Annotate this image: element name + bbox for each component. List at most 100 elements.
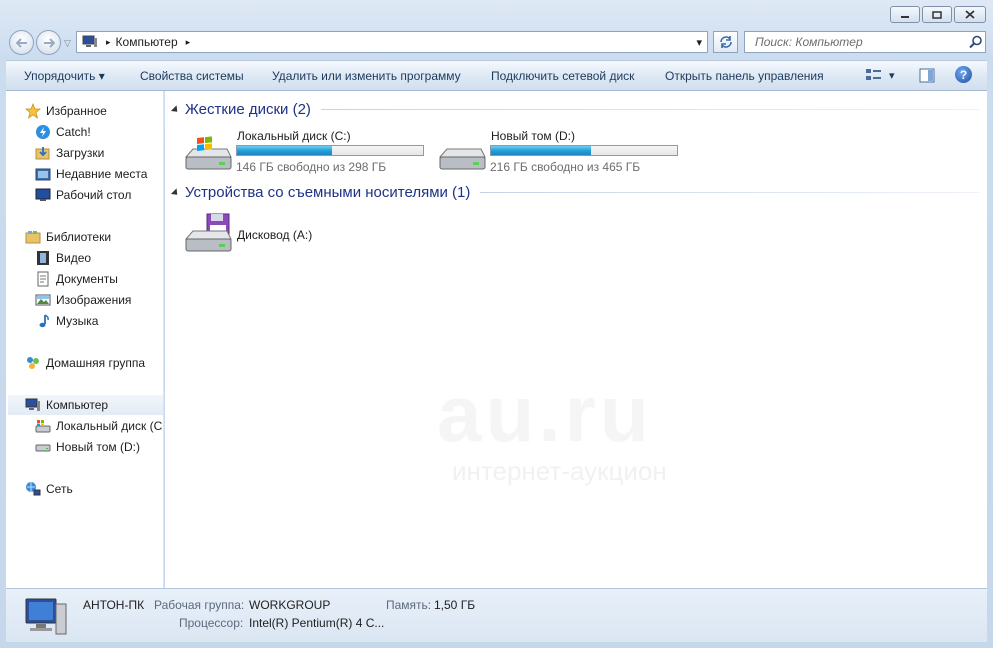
nav-music[interactable]: Музыка (35, 311, 98, 331)
view-dropdown[interactable]: ▾ (889, 69, 895, 82)
search-icon[interactable] (969, 35, 983, 49)
nav-video-label: Видео (56, 251, 92, 265)
caption-buttons (890, 6, 986, 23)
nav-homegroup-label: Домашняя группа (46, 356, 146, 370)
drive-c-name[interactable]: Локальный диск (C:) (237, 129, 351, 143)
group-divider (320, 109, 979, 110)
close-button[interactable] (954, 6, 986, 23)
nav-recent-places[interactable]: Недавние места (35, 164, 147, 184)
content-pane: Жесткие диски (2) Локальный диск (C:) 14… (165, 91, 987, 588)
nav-catch-label: Catch! (56, 125, 91, 139)
details-workgroup-value: WORKGROUP (249, 598, 331, 612)
music-icon (39, 314, 49, 328)
details-pane: АНТОН-ПК Рабочая группа: WORKGROUP Памят… (6, 588, 987, 642)
nav-homegroup[interactable]: Домашняя группа (25, 353, 145, 373)
nav-local-disk-c[interactable]: Локальный диск (C (35, 416, 162, 436)
images-icon (35, 294, 51, 306)
nav-desktop-label: Рабочий стол (56, 188, 132, 202)
homegroup-icon (27, 357, 39, 369)
details-pc-name: АНТОН-ПК (83, 598, 145, 612)
drive-c-icon[interactable] (183, 135, 233, 178)
address-path-arrow[interactable]: ▸ (186, 37, 191, 48)
floppy-drive-name[interactable]: Дисковод (A:) (237, 228, 312, 242)
nav-computer[interactable]: Компьютер (8, 395, 163, 415)
command-bar: Упорядочить ▾ Свойства системы Удалить и… (6, 60, 987, 91)
hard-drive-icon (438, 148, 486, 170)
nav-network[interactable]: Сеть (25, 479, 73, 499)
recent-pages-button[interactable]: ▽ (64, 38, 71, 49)
minimize-button[interactable] (890, 6, 920, 23)
change-view-button[interactable] (865, 67, 883, 86)
drive-c-usage-bar (236, 145, 424, 156)
uninstall-program-button[interactable]: Удалить или изменить программу (272, 69, 461, 83)
arrow-right-icon (43, 37, 55, 48)
address-dropdown[interactable]: ▾ (696, 36, 702, 49)
maximize-button[interactable] (922, 6, 952, 23)
help-button[interactable]: ? (955, 66, 972, 83)
group-collapse-arrow[interactable] (170, 104, 181, 115)
computer-icon (25, 598, 67, 635)
floppy-drive-icon[interactable] (183, 213, 233, 258)
nav-libraries[interactable]: Библиотеки (25, 227, 111, 247)
address-root-arrow[interactable]: ▸ (106, 37, 111, 48)
group-hard-drives[interactable]: Жесткие диски (2) (170, 101, 979, 118)
forward-button[interactable] (36, 30, 61, 55)
back-button[interactable] (9, 30, 34, 55)
nav-downloads-label: Загрузки (56, 146, 105, 160)
nav-recent-places-label: Недавние места (56, 167, 148, 181)
system-drive-icon (184, 136, 232, 170)
system-drive-icon (35, 420, 51, 433)
group-divider (480, 192, 979, 193)
nav-documents[interactable]: Документы (35, 269, 118, 289)
downloads-folder-icon (35, 147, 50, 160)
organize-button[interactable]: Упорядочить ▾ (24, 69, 105, 83)
nav-music-label: Музыка (56, 314, 99, 328)
explorer-window: ▽ ▸ Компьютер ▸ ▾ Упорядочить ▾ Свойства… (0, 0, 993, 648)
nav-local-disk-c-label: Локальный диск (C (56, 419, 163, 433)
drive-c-usage-fill (237, 146, 332, 155)
nav-downloads[interactable]: Загрузки (35, 143, 104, 163)
documents-icon (37, 271, 49, 287)
nav-favorites[interactable]: Избранное (25, 101, 107, 121)
watermark-logo: au.ru (437, 369, 653, 458)
nav-new-volume-d[interactable]: Новый том (D:) (35, 437, 140, 457)
nav-images-label: Изображения (56, 293, 132, 307)
view-icon (866, 69, 881, 80)
refresh-button[interactable] (713, 31, 738, 53)
computer-icon (82, 35, 97, 47)
nav-video[interactable]: Видео (35, 248, 91, 268)
nav-catch[interactable]: Catch! (35, 122, 91, 142)
system-properties-button[interactable]: Свойства системы (140, 69, 244, 83)
navigation-pane: Избранное Catch! Загрузки Недавние места… (6, 91, 164, 588)
drive-d-usage-fill (491, 146, 592, 155)
search-input[interactable] (753, 34, 969, 50)
address-path[interactable]: Компьютер (116, 35, 178, 49)
details-memory-value: 1,50 ГБ (434, 598, 476, 612)
floppy-drive-icon (184, 213, 232, 252)
catch-icon (36, 125, 50, 139)
open-control-panel-button[interactable]: Открыть панель управления (665, 69, 824, 83)
drive-c-free-space: 146 ГБ свободно из 298 ГБ (236, 160, 387, 174)
details-memory-label: Память: (386, 598, 432, 612)
recent-places-icon (35, 168, 51, 181)
map-network-drive-button[interactable]: Подключить сетевой диск (491, 69, 634, 83)
nav-images[interactable]: Изображения (35, 290, 131, 310)
preview-pane-button[interactable] (919, 68, 935, 86)
minimize-icon (901, 15, 909, 18)
drive-d-name[interactable]: Новый том (D:) (491, 129, 575, 143)
search-box[interactable] (744, 31, 986, 53)
group-removable-devices[interactable]: Устройства со съемными носителями (1) (170, 184, 979, 201)
drive-d-usage-bar (490, 145, 678, 156)
nav-new-volume-d-label: Новый том (D:) (56, 440, 140, 454)
nav-favorites-label: Избранное (46, 104, 107, 118)
hard-drive-icon (35, 444, 51, 452)
nav-documents-label: Документы (56, 272, 118, 286)
nav-desktop[interactable]: Рабочий стол (35, 185, 131, 205)
desktop-icon (35, 188, 51, 201)
details-computer-icon (22, 596, 70, 641)
nav-computer-label: Компьютер (46, 398, 109, 412)
address-bar[interactable]: ▸ Компьютер ▸ ▾ (76, 31, 708, 53)
video-icon (37, 251, 49, 265)
group-collapse-arrow[interactable] (170, 187, 181, 198)
drive-d-icon[interactable] (437, 135, 487, 178)
